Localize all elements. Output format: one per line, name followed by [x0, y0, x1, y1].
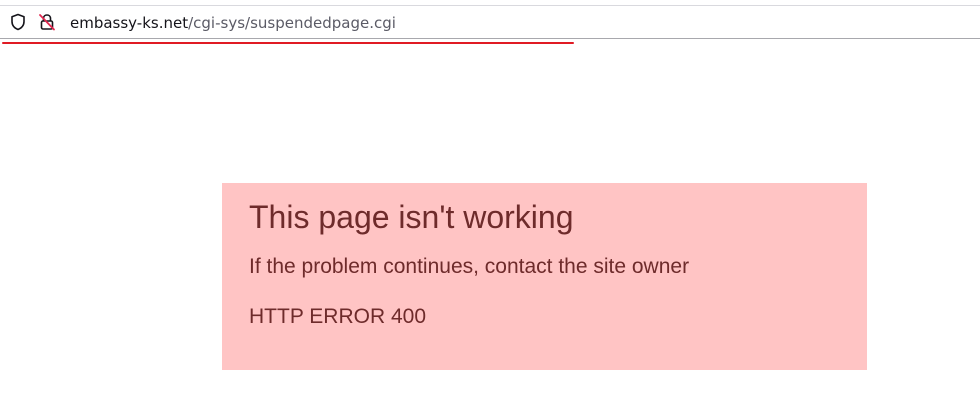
shield-icon[interactable] — [10, 13, 26, 31]
error-title: This page isn't working — [249, 199, 574, 235]
url-text[interactable]: embassy-ks.net/cgi-sys/suspendedpage.cgi — [70, 14, 396, 32]
url-path: /cgi-sys/suspendedpage.cgi — [188, 14, 396, 32]
address-bar[interactable]: embassy-ks.net/cgi-sys/suspendedpage.cgi — [0, 5, 980, 39]
url-domain: embassy-ks.net — [70, 14, 189, 32]
error-panel: This page isn't working If the problem c… — [222, 183, 867, 370]
error-code: HTTP ERROR 400 — [249, 305, 426, 328]
page-load-indicator — [2, 42, 574, 44]
insecure-lock-icon[interactable] — [38, 13, 56, 31]
error-message: If the problem continues, contact the si… — [249, 255, 690, 278]
